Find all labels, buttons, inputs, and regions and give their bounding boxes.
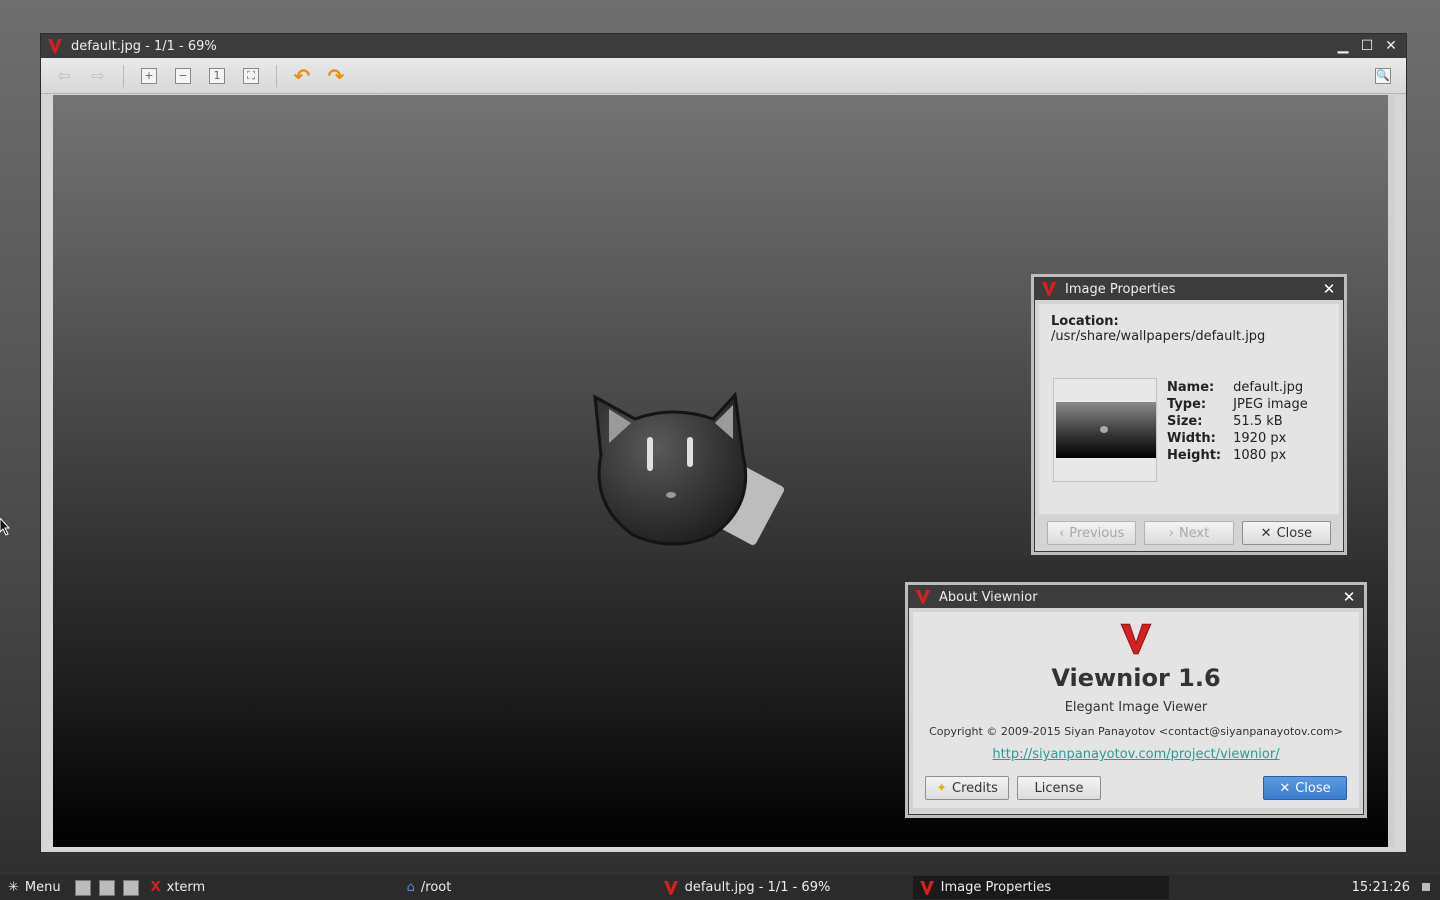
close-icon[interactable]: ✕ [1321,280,1337,298]
copyright: Copyright © 2009-2015 Siyan Panayotov <c… [929,725,1343,738]
rotate-left-icon[interactable]: ↶ [287,63,317,89]
dialog-footer: ✦ Credits License ✕ Close [925,776,1347,800]
viewnior-logo-icon [1041,281,1057,297]
close-button[interactable]: ✕ Close [1263,776,1347,800]
minimize-icon[interactable]: ▁ [1334,37,1352,55]
website-link[interactable]: http://siyanpanayotov.com/project/viewni… [992,747,1279,762]
table-row: Height: 1080 px [1167,448,1287,463]
zoom-fit-icon: ⛶ [243,67,259,84]
viewnior-logo-icon [663,880,679,896]
close-icon: ✕ [1260,525,1272,541]
zoom-in-icon: + [141,67,157,84]
dialog-title: Image Properties [1065,281,1176,297]
dialog-titlebar[interactable]: Image Properties ✕ [1035,278,1343,300]
toolbar-separator [276,64,277,87]
app-subtitle: Elegant Image Viewer [1064,700,1208,715]
chevron-right-icon: › [1168,525,1174,541]
launchers [69,879,145,896]
zoom-out-icon: − [175,67,191,84]
close-button[interactable]: ✕ Close [1241,521,1331,545]
properties-icon[interactable]: 🔍 [1368,63,1398,89]
close-icon[interactable]: ✕ [1382,37,1400,55]
table-row: Size: 51.5 kB [1167,414,1283,429]
about-body: Viewnior 1.6 Elegant Image Viewer Copyri… [913,612,1359,808]
menu-button[interactable]: ✳ Menu [0,880,69,895]
file-manager-icon[interactable] [98,879,115,896]
tray-icon[interactable] [1422,883,1430,891]
table-row: Width: 1920 px [1167,431,1287,446]
terminal-icon[interactable] [74,879,91,896]
zoom-normal-icon: 1 [209,67,225,84]
dialog-titlebar[interactable]: About Viewnior ✕ [909,586,1363,608]
task-image-properties[interactable]: Image Properties [912,876,1169,899]
task-root[interactable]: ⌂ /root [401,876,657,899]
location-label: Location: [1051,314,1119,329]
app-logo [913,612,1359,660]
star-icon: ✦ [936,780,948,796]
image-thumbnail [1053,378,1157,482]
canvas-edge [1388,95,1394,847]
app-name: Viewnior 1.6 [1051,664,1221,692]
chevron-left-icon: ‹ [1059,525,1065,541]
home-folder-icon: ⌂ [406,880,415,895]
license-button[interactable]: License [1017,776,1101,800]
task-xterm[interactable]: X xterm [145,876,401,899]
properties-table: Name: default.jpg Type: JPEG image Size: 51… [1167,379,1320,464]
zoom-in-button[interactable]: + [134,63,164,89]
viewnior-logo-icon [47,38,63,54]
back-arrow-icon[interactable]: ⇦ [49,63,79,89]
credits-button[interactable]: ✦ Credits [925,776,1009,800]
zoom-out-button[interactable]: − [168,63,198,89]
menu-icon: ✳ [8,880,19,895]
task-viewer[interactable]: default.jpg - 1/1 - 69% [657,876,913,899]
zoom-normal-button[interactable]: 1 [202,63,232,89]
taskbar: ✳ Menu X xterm ⌂ /root default.jpg - 1/1… [0,875,1440,900]
table-row: Name: default.jpg [1167,380,1304,395]
about-dialog: About Viewnior ✕ Viewnior 1.6 Elegant Im… [908,585,1364,815]
toolbar: ⇦ ⇨ + − 1 ⛶ ↶ ↷ 🔍 [41,58,1406,94]
viewer-titlebar[interactable]: default.jpg - 1/1 - 69% ▁ ☐ ✕ [41,34,1406,58]
next-button[interactable]: › Next [1144,521,1234,545]
location-value: /usr/share/wallpapers/default.jpg [1051,329,1266,344]
image-properties-dialog: Image Properties ✕ Location: /usr/share/… [1034,277,1344,552]
dialog-title: About Viewnior [939,589,1038,605]
close-icon: ✕ [1279,780,1291,796]
viewnior-logo-icon [915,589,931,605]
forward-arrow-icon[interactable]: ⇨ [83,63,113,89]
window-title: default.jpg - 1/1 - 69% [71,38,217,54]
properties-body: Location: /usr/share/wallpapers/default.… [1039,304,1339,514]
rotate-right-icon[interactable]: ↷ [321,63,351,89]
mouse-cursor-icon [0,518,10,536]
xterm-icon: X [150,880,161,895]
zoom-fit-button[interactable]: ⛶ [236,63,266,89]
previous-button[interactable]: ‹ Previous [1047,521,1137,545]
close-icon[interactable]: ✕ [1341,588,1357,606]
maximize-icon[interactable]: ☐ [1358,37,1376,55]
text-editor-icon[interactable] [122,879,139,896]
toolbar-separator [123,64,124,87]
viewnior-logo-icon [919,880,935,896]
dialog-footer: ‹ Previous › Next ✕ Close [1035,521,1343,545]
table-row: Type: JPEG image [1167,397,1308,412]
